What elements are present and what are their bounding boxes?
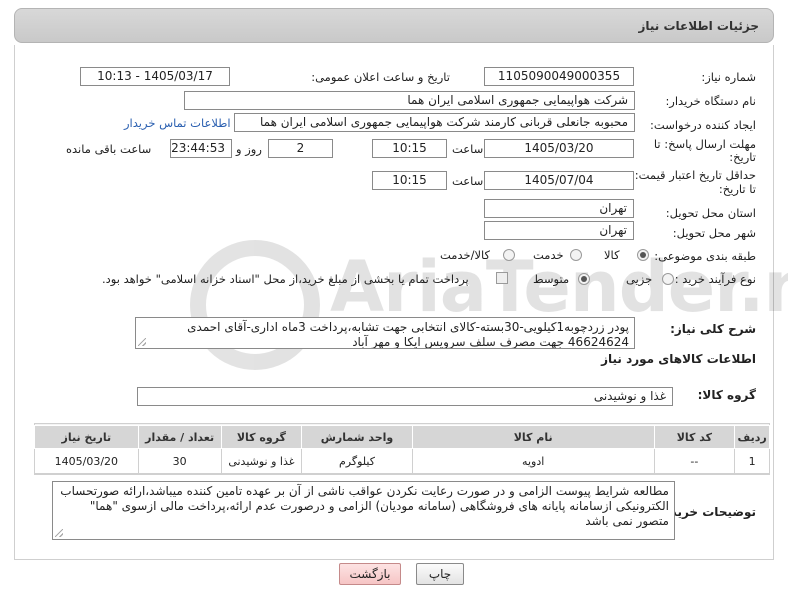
category-option-goods: کالا: [604, 248, 620, 262]
buyer-notes-text: مطالعه شرایط پیوست الزامی و در صورت رعای…: [60, 484, 669, 528]
buyer-org-label: نام دستگاه خریدار:: [665, 94, 756, 108]
price-validity-time-label: ساعت: [452, 174, 484, 188]
col-header-quantity: تعداد / مقدار: [137, 425, 222, 449]
reply-deadline-date-field[interactable]: 1405/03/20: [484, 139, 634, 158]
col-header-need-date: تاریخ نیاز: [34, 425, 139, 449]
col-header-item-name: نام کالا: [411, 425, 655, 449]
page-title: جزئیات اطلاعات نیاز: [638, 19, 759, 33]
category-radio-goods[interactable]: [637, 249, 649, 261]
category-radio-service[interactable]: [570, 249, 582, 261]
items-table-header: ردیف کد کالا نام کالا واحد شمارش گروه کا…: [34, 425, 770, 449]
buyer-contact-link[interactable]: اطلاعات تماس خریدار: [124, 116, 231, 130]
print-button[interactable]: چاپ: [416, 563, 464, 585]
announce-datetime-label: تاریخ و ساعت اعلان عمومی:: [311, 70, 450, 84]
process-option-medium: متوسط: [533, 272, 570, 286]
back-button[interactable]: بازگشت: [339, 563, 401, 585]
goods-info-heading: اطلاعات کالاهای مورد نیاز: [601, 352, 756, 366]
cell-row-number: 1: [734, 448, 770, 474]
delivery-city-field[interactable]: تهران: [484, 221, 634, 240]
cell-item-code: --: [653, 448, 736, 474]
table-row[interactable]: 1 -- ادویه کیلوگرم غذا و نوشیدنی 30 1405…: [34, 448, 770, 474]
reply-deadline-days-field[interactable]: 2: [268, 139, 333, 158]
goods-group-field[interactable]: غذا و نوشیدنی: [137, 387, 673, 406]
reply-deadline-label-line1: مهلت ارسال پاسخ: تا: [653, 137, 756, 151]
remaining-time-label: ساعت باقی مانده: [66, 142, 152, 156]
process-option-minor: جزیی: [626, 272, 653, 286]
reply-deadline-time-field[interactable]: 10:15: [372, 139, 447, 158]
price-validity-time-field[interactable]: 10:15: [372, 171, 447, 190]
category-option-goods-service: کالا/خدمت: [440, 248, 491, 262]
process-type-label: نوع فرآیند خرید :: [674, 272, 756, 286]
price-validity-date-field[interactable]: 1405/07/04: [484, 171, 634, 190]
announce-datetime-field[interactable]: 1405/03/17 - 10:13: [80, 67, 230, 86]
cell-quantity: 30: [137, 448, 222, 474]
requester-label: ایجاد کننده درخواست:: [650, 118, 756, 132]
description-field[interactable]: پودر زردچوبه1کیلویی-30بسته-کالای انتخابی…: [135, 317, 635, 349]
treasury-checkbox[interactable]: [496, 272, 508, 284]
process-radio-medium[interactable]: [578, 273, 590, 285]
page-header: جزئیات اطلاعات نیاز: [14, 8, 774, 43]
resize-grip-icon[interactable]: [138, 338, 146, 346]
need-number-label: شماره نیاز:: [701, 70, 756, 84]
goods-group-label: گروه کالا:: [697, 388, 756, 402]
cell-item-name: ادویه: [411, 448, 655, 474]
delivery-province-label: استان محل تحویل:: [665, 206, 756, 220]
process-radio-minor[interactable]: [662, 273, 674, 285]
need-number-field[interactable]: 1105090049000355: [484, 67, 634, 86]
category-radio-goods-service[interactable]: [503, 249, 515, 261]
cell-unit: کیلوگرم: [301, 448, 413, 474]
reply-deadline-time-label: ساعت: [452, 142, 484, 156]
cell-need-date: 1405/03/20: [34, 448, 139, 474]
category-option-service: خدمت: [533, 248, 564, 262]
description-text: پودر زردچوبه1کیلویی-30بسته-کالای انتخابی…: [187, 320, 629, 349]
remaining-time-field[interactable]: 23:44:53: [170, 139, 232, 158]
buyer-org-field[interactable]: شرکت هواپیمایی جمهوری اسلامی ایران هما: [184, 91, 635, 110]
requester-field[interactable]: محبوبه جانعلی قربانی کارمند شرکت هواپیما…: [234, 113, 635, 132]
delivery-province-field[interactable]: تهران: [484, 199, 634, 218]
delivery-city-label: شهر محل تحویل:: [672, 226, 756, 240]
items-table: ردیف کد کالا نام کالا واحد شمارش گروه کا…: [34, 425, 770, 474]
price-validity-label-line1: حداقل تاریخ اعتبار قیمت:: [634, 168, 756, 182]
col-header-unit: واحد شمارش: [301, 425, 413, 449]
col-header-item-group: گروه کالا: [220, 425, 303, 449]
treasury-note: پرداخت تمام یا بخشی از مبلغ خرید،از محل …: [102, 272, 469, 286]
col-header-item-code: کد کالا: [653, 425, 736, 449]
col-header-row-number: ردیف: [734, 425, 770, 449]
buyer-notes-field[interactable]: مطالعه شرایط پیوست الزامی و در صورت رعای…: [52, 481, 675, 540]
category-label: طبقه بندی موضوعی:: [654, 249, 756, 263]
reply-deadline-label-line2: تاریخ:: [729, 150, 756, 164]
reply-deadline-days-label: روز و: [236, 142, 262, 156]
resize-grip-icon[interactable]: [55, 529, 63, 537]
description-label: شرح کلی نیاز:: [670, 322, 756, 336]
price-validity-label-line2: تا تاریخ:: [718, 182, 756, 196]
cell-item-group: غذا و نوشیدنی: [220, 448, 303, 474]
